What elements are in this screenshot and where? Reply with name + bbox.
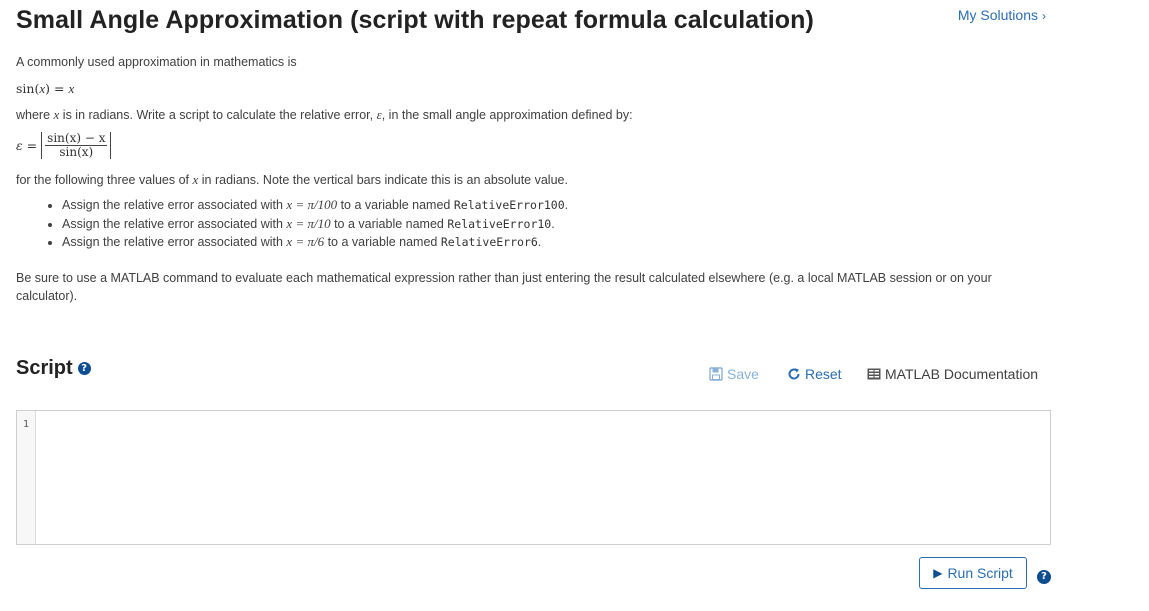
code-editor[interactable]: 1 — [16, 410, 1051, 545]
intro-text: A commonly used approximation in mathema… — [16, 55, 297, 69]
where-text: where x is in radians. Write a script to… — [16, 107, 633, 122]
matlab-documentation-link[interactable]: MATLAB Documentation — [867, 366, 1038, 382]
page-title: Small Angle Approximation (script with r… — [16, 6, 814, 34]
reset-button[interactable]: Reset — [787, 366, 842, 382]
code-input[interactable] — [36, 411, 1050, 544]
my-solutions-link[interactable]: My Solutions › — [958, 7, 1046, 23]
absolute-value-fraction: sin(x) − x sin(x) — [41, 131, 112, 159]
list-item: Assign the relative error associated wit… — [62, 196, 568, 215]
task-list: Assign the relative error associated wit… — [46, 196, 568, 252]
note-line-2: calculator). — [16, 289, 78, 303]
chevron-right-icon: › — [1042, 9, 1046, 23]
fraction-numerator: sin(x) − x — [45, 131, 108, 146]
relative-error-equation: ε = sin(x) − x sin(x) — [16, 131, 112, 159]
list-item: Assign the relative error associated wit… — [62, 233, 568, 252]
play-icon: ▶ — [933, 566, 943, 580]
save-icon — [709, 367, 723, 381]
book-icon — [867, 368, 881, 380]
note-line-1: Be sure to use a MATLAB command to evalu… — [16, 271, 992, 285]
following-text: for the following three values of x in r… — [16, 172, 568, 187]
list-item: Assign the relative error associated wit… — [62, 215, 568, 234]
script-toolbar: Save Reset MATLAB Documentation — [0, 366, 1149, 386]
line-number: 1 — [22, 419, 30, 430]
fraction-denominator: sin(x) — [59, 145, 94, 159]
my-solutions-label: My Solutions — [957, 7, 1038, 23]
line-number-gutter: 1 — [17, 411, 36, 544]
approximation-equation: sin(x) = x — [16, 81, 75, 96]
run-script-button[interactable]: ▶ Run Script — [919, 557, 1027, 589]
help-icon[interactable]: ? — [1037, 569, 1051, 584]
run-help: ? — [1037, 566, 1051, 584]
reset-icon — [788, 368, 800, 380]
save-button[interactable]: Save — [709, 366, 759, 382]
